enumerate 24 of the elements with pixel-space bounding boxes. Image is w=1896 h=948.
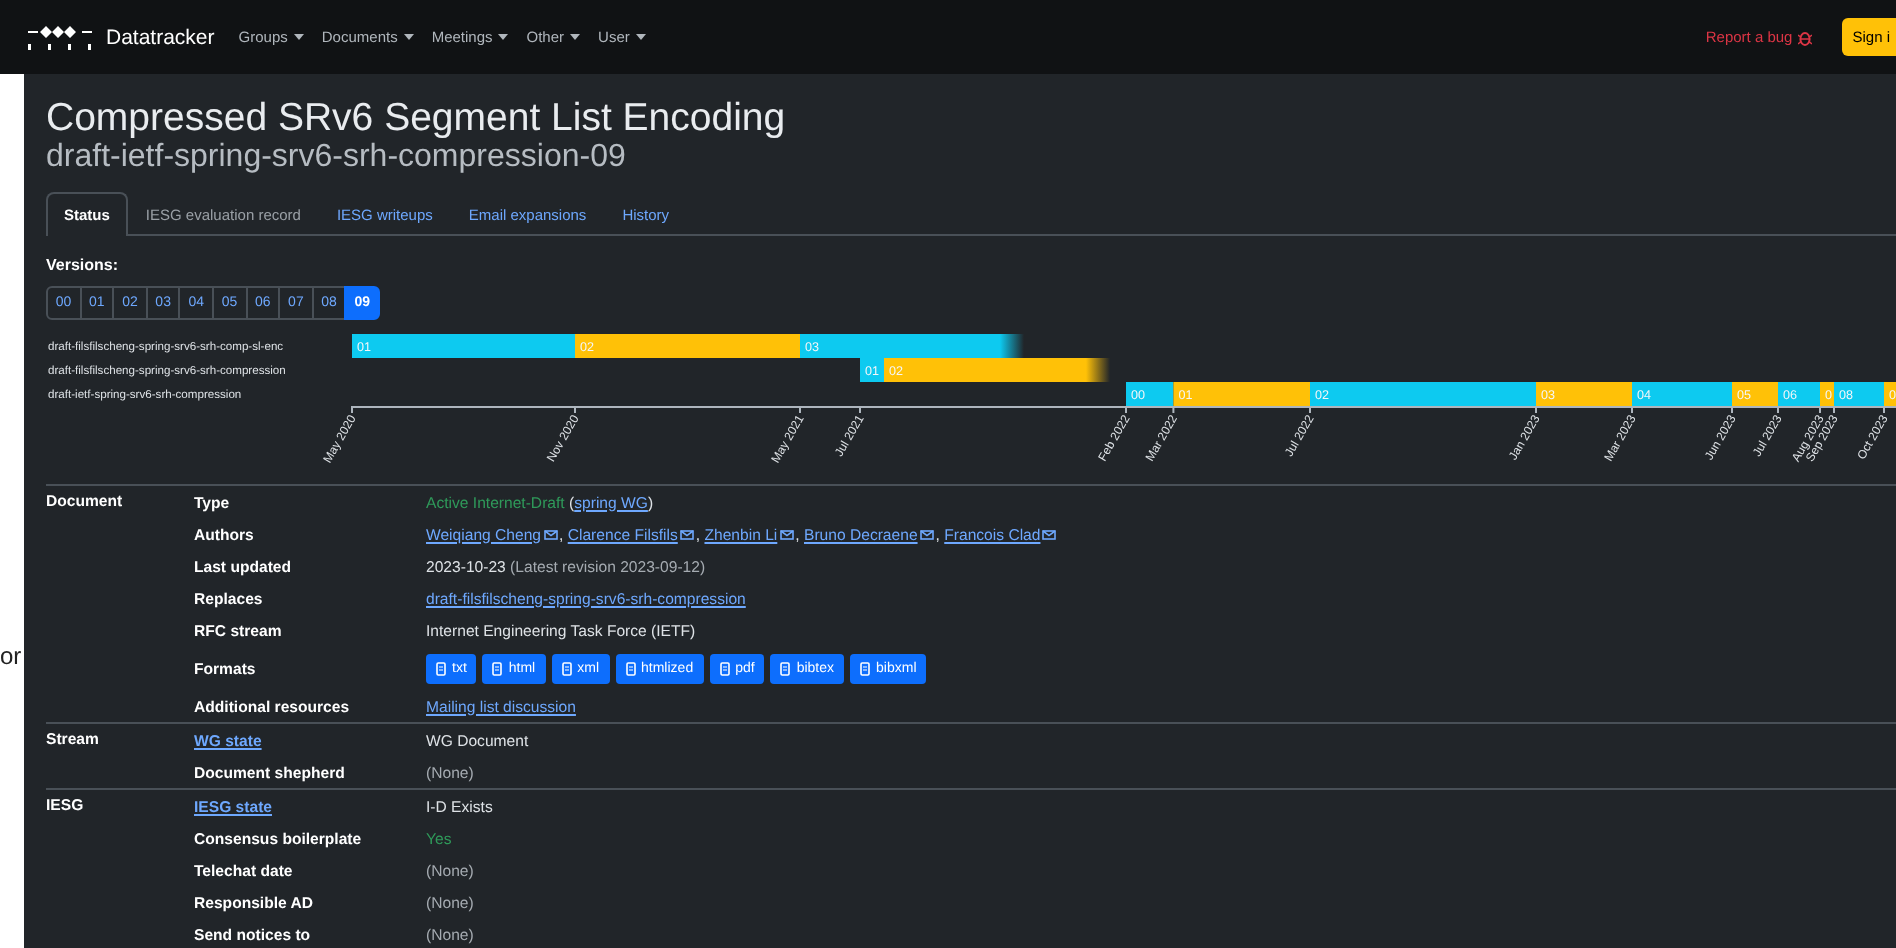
- page-title: Compressed SRv6 Segment List Encoding: [46, 96, 788, 140]
- file-icon: [780, 661, 791, 675]
- file-icon: [719, 661, 730, 675]
- logo-icon[interactable]: [24, 23, 96, 51]
- mail-icon: [543, 529, 558, 540]
- bug-icon: [1798, 29, 1813, 45]
- file-icon: [561, 661, 572, 675]
- mail-icon: [919, 529, 934, 540]
- caret-icon: [635, 34, 646, 40]
- mail-icon: [679, 529, 694, 540]
- mail-icon: [1042, 529, 1057, 540]
- file-icon: [436, 661, 446, 675]
- file-icon: [860, 661, 871, 675]
- background-text: or: [0, 642, 22, 670]
- caret-icon: [293, 34, 304, 40]
- caret-icon: [403, 34, 414, 40]
- versions-label: Versions:: [46, 256, 119, 276]
- mail-icon: [779, 529, 794, 540]
- draft-name: draft-ietf-spring-srv6-srh-compression-09: [46, 140, 628, 176]
- file-icon: [625, 661, 636, 675]
- file-icon: [492, 661, 503, 675]
- caret-icon: [498, 34, 509, 40]
- caret-icon: [570, 34, 581, 40]
- brand-name[interactable]: Datatracker: [106, 25, 215, 49]
